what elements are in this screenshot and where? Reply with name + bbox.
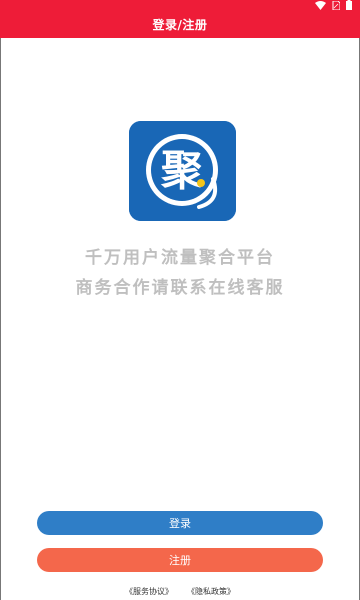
app-logo-icon: 聚 <box>129 121 236 221</box>
status-icons <box>315 0 352 10</box>
login-button[interactable]: 登录 <box>37 511 323 535</box>
status-bar <box>0 0 360 10</box>
slogan-line-2: 商务合作请联系在线客服 <box>75 278 285 298</box>
left-border <box>0 38 1 600</box>
logo-dot <box>197 179 205 187</box>
title-bar: 登录/注册 <box>0 10 360 38</box>
slogan-line-1: 千万用户流量聚合平台 <box>85 248 275 268</box>
app-screen: 登录/注册 聚 千万用户流量聚合平台 商务合作请联系在线客服 登录 注册 《服务… <box>0 0 360 600</box>
app-logo-graphic: 聚 <box>129 121 236 221</box>
page-title: 登录/注册 <box>152 17 208 32</box>
service-agreement-link[interactable]: 《服务协议》 <box>125 586 173 597</box>
sim-card-icon <box>332 0 340 10</box>
logo-character: 聚 <box>160 146 204 195</box>
wifi-icon <box>315 0 326 10</box>
privacy-policy-link[interactable]: 《隐私政策》 <box>187 586 235 597</box>
register-button[interactable]: 注册 <box>37 548 323 572</box>
agreement-links: 《服务协议》 《隐私政策》 <box>0 586 360 597</box>
battery-icon <box>346 0 352 10</box>
